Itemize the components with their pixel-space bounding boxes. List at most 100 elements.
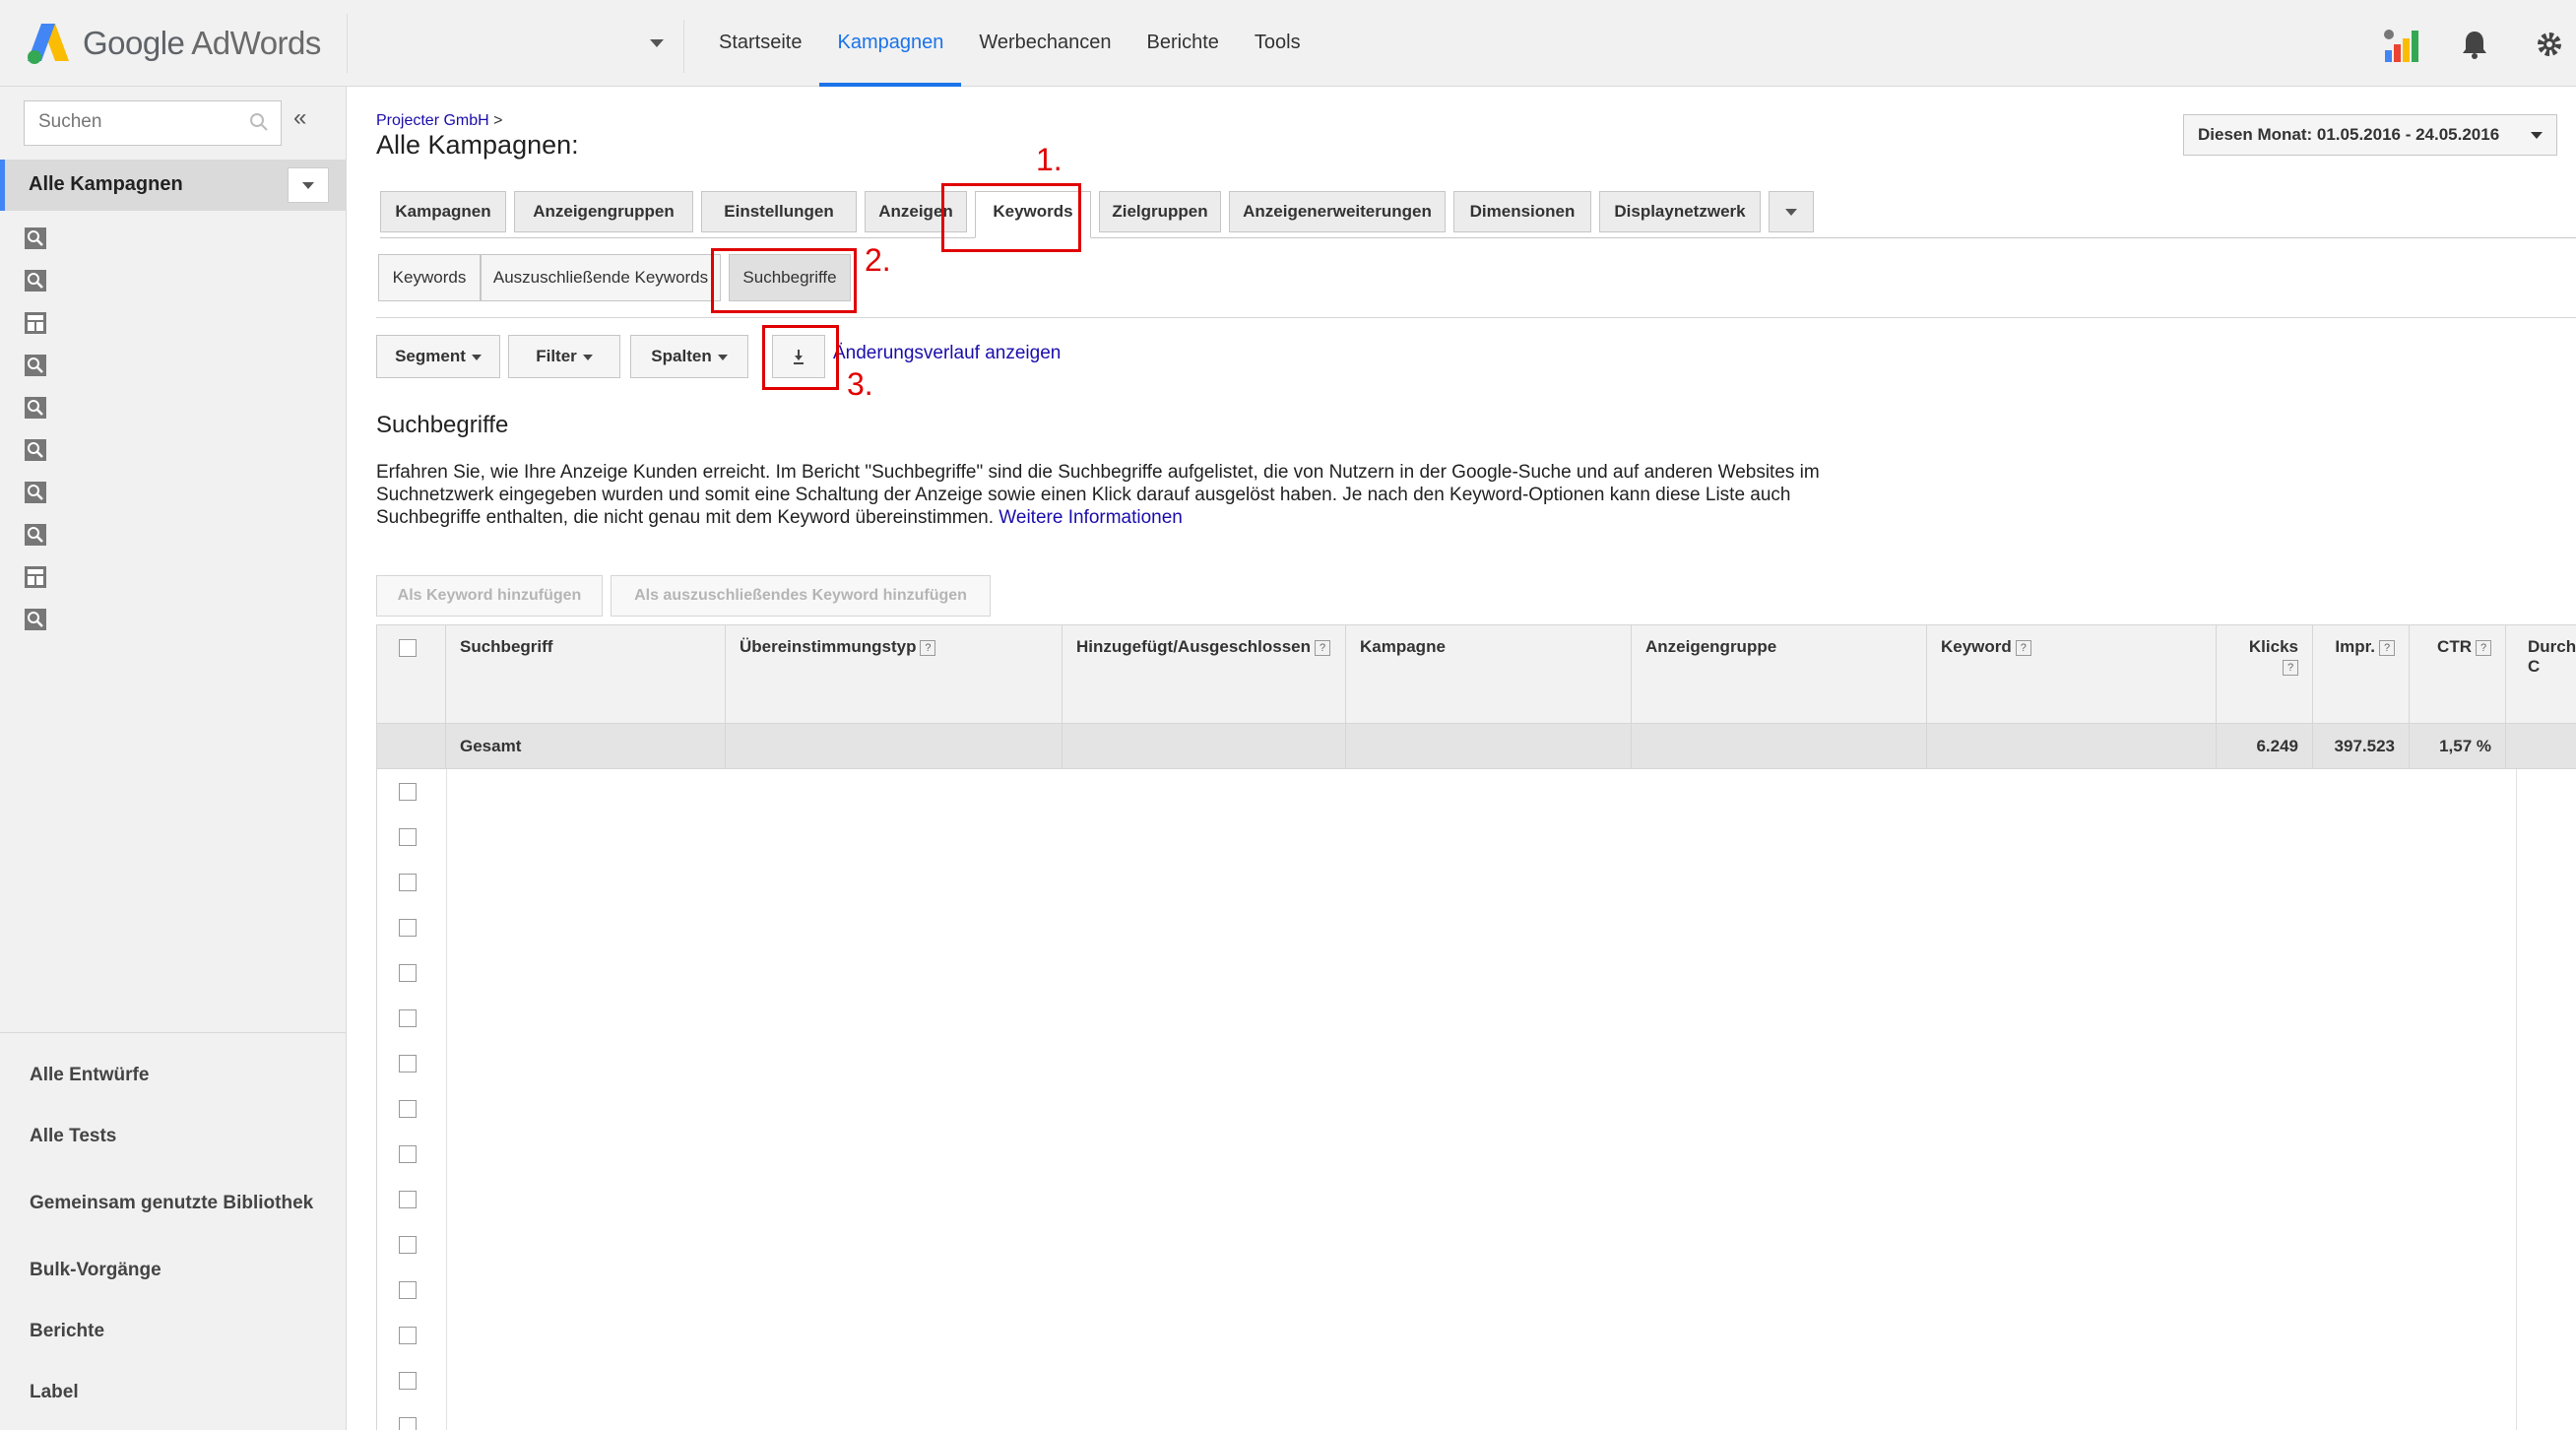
col-header-ctr[interactable]: CTR?: [2410, 625, 2506, 724]
row-checkbox[interactable]: [399, 1009, 417, 1027]
tab-einstellungen[interactable]: Einstellungen: [701, 191, 857, 232]
nav-kampagnen[interactable]: Kampagnen: [819, 0, 962, 87]
col-header-match-type[interactable]: Übereinstimmungstyp?: [726, 625, 1063, 724]
change-history-link[interactable]: Änderungsverlauf anzeigen: [833, 343, 1061, 364]
row-checkbox[interactable]: [399, 1327, 417, 1344]
table-row[interactable]: [377, 996, 2576, 1041]
display-campaign-icon[interactable]: [24, 311, 47, 335]
row-checkbox[interactable]: [399, 1100, 417, 1118]
sidebar-link-labels[interactable]: Label: [0, 1362, 347, 1423]
account-performance-icon[interactable]: [2377, 22, 2422, 67]
table-row[interactable]: [377, 1358, 2576, 1403]
table-row[interactable]: [377, 1041, 2576, 1086]
table-row[interactable]: [377, 1086, 2576, 1132]
row-checkbox[interactable]: [399, 1281, 417, 1299]
help-icon[interactable]: ?: [2283, 659, 2298, 676]
adwords-logo[interactable]: Google AdWords: [28, 20, 321, 67]
account-selector[interactable]: [351, 14, 683, 73]
col-header-search-term[interactable]: Suchbegriff: [446, 625, 726, 724]
help-icon[interactable]: ?: [2476, 639, 2491, 656]
nav-werbechancen[interactable]: Werbechancen: [961, 0, 1128, 87]
select-all-checkbox[interactable]: [399, 639, 417, 657]
search-campaign-icon[interactable]: [24, 354, 47, 377]
sidebar-link-tests[interactable]: Alle Tests: [0, 1106, 347, 1167]
tab-zielgruppen[interactable]: Zielgruppen: [1099, 191, 1221, 232]
tab-anzeigengruppen[interactable]: Anzeigengruppen: [514, 191, 693, 232]
gear-icon[interactable]: [2527, 22, 2572, 67]
row-checkbox[interactable]: [399, 964, 417, 982]
sidebar-link-bulk-operations[interactable]: Bulk-Vorgänge: [0, 1240, 347, 1301]
sidebar-link-drafts[interactable]: Alle Entwürfe: [0, 1045, 347, 1106]
col-header-clicks[interactable]: Klicks?: [2217, 625, 2313, 724]
search-campaign-icon[interactable]: [24, 608, 47, 631]
row-checkbox[interactable]: [399, 783, 417, 801]
search-campaign-icon[interactable]: [24, 523, 47, 547]
row-checkbox[interactable]: [399, 919, 417, 937]
help-icon[interactable]: ?: [920, 639, 936, 656]
bell-icon[interactable]: [2452, 22, 2497, 67]
help-icon[interactable]: ?: [2015, 639, 2031, 656]
row-checkbox[interactable]: [399, 1055, 417, 1072]
help-icon[interactable]: ?: [2379, 639, 2395, 656]
col-header-campaign[interactable]: Kampagne: [1346, 625, 1632, 724]
table-row[interactable]: [377, 1268, 2576, 1313]
more-info-link[interactable]: Weitere Informationen: [998, 507, 1183, 528]
table-row[interactable]: [377, 1222, 2576, 1268]
col-header-keyword[interactable]: Keyword?: [1927, 625, 2217, 724]
help-icon[interactable]: ?: [1315, 639, 1331, 656]
all-campaigns-item[interactable]: Alle Kampagnen: [0, 160, 347, 211]
row-checkbox[interactable]: [399, 1236, 417, 1254]
table-row[interactable]: [377, 905, 2576, 950]
search-campaign-icon[interactable]: [24, 396, 47, 420]
tab-displaynetzwerk[interactable]: Displaynetzwerk: [1599, 191, 1761, 232]
subtab-keywords[interactable]: Keywords: [378, 254, 481, 301]
search-campaign-icon[interactable]: [24, 269, 47, 292]
table-row[interactable]: [377, 1313, 2576, 1358]
row-checkbox[interactable]: [399, 1372, 417, 1390]
all-campaigns-dropdown[interactable]: [288, 167, 329, 203]
table-row[interactable]: [377, 860, 2576, 905]
table-row[interactable]: [377, 950, 2576, 996]
date-range-selector[interactable]: Diesen Monat: 01.05.2016 - 24.05.2016: [2183, 114, 2557, 156]
add-as-negative-keyword-button[interactable]: Als auszuschließendes Keyword hinzufügen: [611, 575, 991, 617]
display-campaign-icon[interactable]: [24, 565, 47, 589]
sidebar-link-shared-library[interactable]: Gemeinsam genutzte Bibliothek: [0, 1167, 347, 1240]
table-row[interactable]: [377, 1132, 2576, 1177]
filter-button[interactable]: Filter: [508, 335, 620, 378]
row-checkbox[interactable]: [399, 1145, 417, 1163]
columns-button[interactable]: Spalten: [630, 335, 748, 378]
col-header-avg-cpc[interactable]: Durch C: [2506, 625, 2576, 724]
main-nav: Startseite Kampagnen Werbechancen Berich…: [701, 0, 1319, 87]
col-header-impressions[interactable]: Impr.?: [2313, 625, 2410, 724]
search-icon[interactable]: [249, 112, 269, 132]
tab-dimensionen[interactable]: Dimensionen: [1453, 191, 1591, 232]
search-campaign-icon[interactable]: [24, 438, 47, 462]
nav-berichte[interactable]: Berichte: [1129, 0, 1237, 87]
tab-kampagnen[interactable]: Kampagnen: [380, 191, 506, 232]
search-campaign-icon[interactable]: [24, 481, 47, 504]
sidebar-link-reports[interactable]: Berichte: [0, 1301, 347, 1362]
subtab-negative-keywords[interactable]: Auszuschließende Keywords: [481, 254, 721, 301]
row-checkbox[interactable]: [399, 828, 417, 846]
search-campaign-icon[interactable]: [24, 227, 47, 250]
table-row[interactable]: [377, 1177, 2576, 1222]
tab-anzeigenerweiterungen[interactable]: Anzeigenerweiterungen: [1229, 191, 1446, 232]
row-checkbox[interactable]: [399, 874, 417, 891]
breadcrumb-account-link[interactable]: Projecter GmbH: [376, 112, 489, 129]
nav-startseite[interactable]: Startseite: [701, 0, 819, 87]
search-input[interactable]: [25, 101, 222, 143]
more-tabs-button[interactable]: [1769, 191, 1814, 232]
table-row[interactable]: [377, 769, 2576, 814]
collapse-sidebar-icon[interactable]: «: [293, 104, 306, 132]
col-header-ad-group[interactable]: Anzeigengruppe: [1632, 625, 1927, 724]
nav-tools[interactable]: Tools: [1237, 0, 1319, 87]
col-header-added-excluded[interactable]: Hinzugefügt/Ausgeschlossen?: [1063, 625, 1346, 724]
table-row[interactable]: [377, 814, 2576, 860]
table-row[interactable]: [377, 1403, 2576, 1430]
main-tabs: Kampagnen Anzeigengruppen Einstellungen …: [380, 191, 2576, 238]
search-box[interactable]: [24, 100, 282, 146]
row-checkbox[interactable]: [399, 1191, 417, 1208]
row-checkbox[interactable]: [399, 1417, 417, 1430]
add-as-keyword-button[interactable]: Als Keyword hinzufügen: [376, 575, 603, 617]
segment-button[interactable]: Segment: [376, 335, 500, 378]
